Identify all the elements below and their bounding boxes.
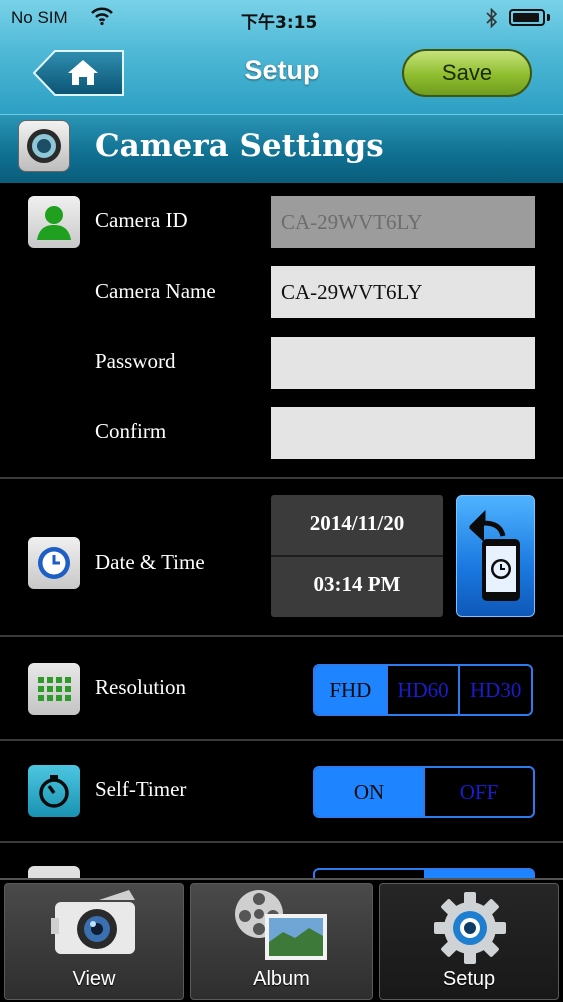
password-input[interactable] <box>271 337 535 389</box>
section-title: Camera Settings <box>95 128 384 164</box>
phone-sync-icon <box>469 509 520 601</box>
divider <box>0 739 563 741</box>
resolution-option-hd30[interactable]: HD30 <box>460 666 531 714</box>
camera-lens-icon <box>18 120 70 172</box>
battery-tip <box>547 14 550 21</box>
tab-setup-label: Setup <box>442 968 496 990</box>
carrier-label: No SIM <box>11 8 68 27</box>
home-icon <box>32 50 124 96</box>
resolution-grid-icon <box>28 663 80 715</box>
gear-icon <box>434 892 506 964</box>
page-title: Setup <box>244 55 320 85</box>
date-value: 2014/11/20 <box>309 511 405 535</box>
home-button[interactable] <box>32 50 125 96</box>
confirm-password-input[interactable] <box>271 407 535 459</box>
camera-name-input[interactable]: CA-29WVT6LY <box>271 266 535 318</box>
wifi-icon <box>90 6 114 30</box>
tab-album[interactable]: Album <box>190 883 373 1000</box>
timer-icon <box>28 765 80 817</box>
clock-icon <box>28 537 80 589</box>
self-timer-off[interactable]: OFF <box>425 768 533 816</box>
self-timer-label: Self-Timer <box>95 777 187 801</box>
user-icon <box>28 196 80 248</box>
resolution-option-hd60[interactable]: HD60 <box>388 666 461 714</box>
datetime-display[interactable]: 2014/11/20 03:14 PM <box>271 495 443 617</box>
tab-view-label: View <box>72 968 116 990</box>
divider <box>0 635 563 637</box>
resolution-label: Resolution <box>95 675 187 699</box>
album-icon <box>235 890 327 960</box>
tab-album-label: Album <box>253 968 310 990</box>
divider <box>0 841 563 843</box>
self-timer-on[interactable]: ON <box>315 768 425 816</box>
time-value: 03:14 PM <box>313 572 401 596</box>
battery-icon <box>509 9 545 26</box>
camera-icon <box>51 890 135 954</box>
date-divider <box>271 555 443 557</box>
camera-id-field: CA-29WVT6LY <box>271 196 535 248</box>
resolution-option-fhd[interactable]: FHD <box>315 666 388 714</box>
tab-setup[interactable]: Setup <box>379 883 559 1000</box>
password-label: Password <box>95 349 176 373</box>
status-time: 下午3:15 <box>241 13 318 33</box>
self-timer-toggle: ON OFF <box>313 766 535 818</box>
tab-view[interactable]: View <box>4 883 184 1000</box>
divider <box>0 477 563 479</box>
camera-name-label: Camera Name <box>95 279 216 303</box>
sync-time-button[interactable] <box>456 495 535 617</box>
confirm-label: Confirm <box>95 419 167 443</box>
datetime-label: Date & Time <box>95 550 205 574</box>
save-button[interactable]: Save <box>402 49 532 97</box>
bluetooth-icon <box>485 7 499 33</box>
camera-id-label: Camera ID <box>95 208 188 232</box>
resolution-segmented-control: FHD HD60 HD30 <box>313 664 533 716</box>
